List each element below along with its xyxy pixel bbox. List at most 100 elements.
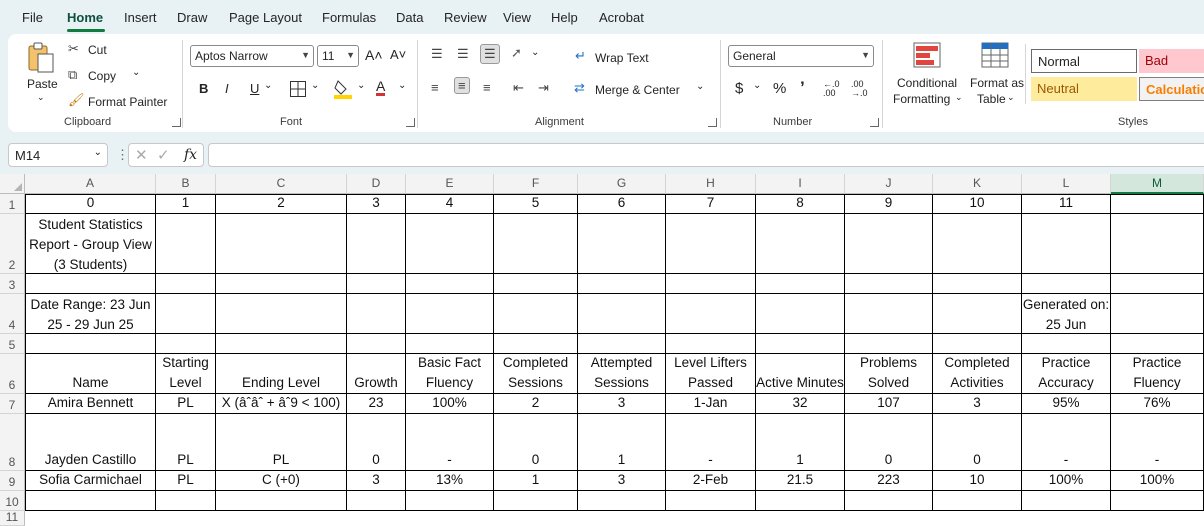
paste-button[interactable]: Paste bbox=[27, 77, 58, 91]
cell-b8[interactable]: PL bbox=[156, 414, 216, 471]
cell-a1[interactable]: 0 bbox=[25, 194, 156, 214]
cell-d9[interactable]: 3 bbox=[347, 471, 406, 491]
cell-h7[interactable]: 1-Jan bbox=[666, 394, 756, 414]
cell-a10[interactable] bbox=[25, 491, 156, 511]
cell-e4[interactable] bbox=[406, 294, 494, 334]
cell-a9[interactable]: Sofia Carmichael bbox=[25, 471, 156, 491]
clipboard-launcher-icon[interactable] bbox=[172, 118, 181, 127]
tab-page-layout[interactable]: Page Layout bbox=[229, 10, 302, 25]
column-header-c[interactable]: C bbox=[216, 174, 347, 194]
cell-f2[interactable] bbox=[494, 214, 578, 274]
format-painter-icon[interactable]: 🖌 bbox=[68, 92, 85, 108]
cell-e1[interactable]: 4 bbox=[406, 194, 494, 214]
cell-i5[interactable] bbox=[756, 334, 845, 354]
cell-l6[interactable]: Practice Accuracy bbox=[1022, 354, 1111, 394]
tab-formulas[interactable]: Formulas bbox=[322, 10, 376, 25]
shrink-font-button[interactable]: A˅ bbox=[390, 47, 406, 62]
cell-c10[interactable] bbox=[216, 491, 347, 511]
cell-c3[interactable] bbox=[216, 274, 347, 294]
number-launcher-icon[interactable] bbox=[870, 118, 879, 127]
cell-c1[interactable]: 2 bbox=[216, 194, 347, 214]
cell-e3[interactable] bbox=[406, 274, 494, 294]
copy-icon[interactable]: ⧉ bbox=[68, 67, 77, 83]
select-all-button[interactable] bbox=[0, 174, 25, 194]
cell-m1[interactable] bbox=[1111, 194, 1204, 214]
cell-k5[interactable] bbox=[933, 334, 1022, 354]
cell-a3[interactable] bbox=[25, 274, 156, 294]
borders-icon[interactable] bbox=[289, 80, 307, 98]
tab-data[interactable]: Data bbox=[396, 10, 423, 25]
number-format-select[interactable]: General ▼ bbox=[728, 45, 874, 67]
column-header-g[interactable]: G bbox=[578, 174, 666, 194]
cell-k10[interactable] bbox=[933, 491, 1022, 511]
cell-g7[interactable]: 3 bbox=[578, 394, 666, 414]
format-as-table-label2[interactable]: Table bbox=[977, 92, 1006, 106]
underline-button[interactable]: U bbox=[250, 81, 259, 96]
cell-d2[interactable] bbox=[347, 214, 406, 274]
cell-k6[interactable]: Completed Activities bbox=[933, 354, 1022, 394]
cell-j9[interactable]: 223 bbox=[845, 471, 933, 491]
tab-file[interactable]: File bbox=[22, 10, 43, 25]
tab-insert[interactable]: Insert bbox=[124, 10, 157, 25]
cell-e9[interactable]: 13% bbox=[406, 471, 494, 491]
cell-l4[interactable]: Generated on: 25 Jun bbox=[1022, 294, 1111, 334]
cell-g4[interactable] bbox=[578, 294, 666, 334]
cell-d3[interactable] bbox=[347, 274, 406, 294]
cell-h10[interactable] bbox=[666, 491, 756, 511]
tab-view[interactable]: View bbox=[503, 10, 531, 25]
cell-f4[interactable] bbox=[494, 294, 578, 334]
cell-m5[interactable] bbox=[1111, 334, 1204, 354]
cell-i7[interactable]: 32 bbox=[756, 394, 845, 414]
fill-chevron-icon[interactable]: ⌄ bbox=[357, 80, 365, 91]
paste-icon[interactable] bbox=[26, 42, 56, 74]
cell-c6[interactable]: Ending Level bbox=[216, 354, 347, 394]
cell-g6[interactable]: Attempted Sessions bbox=[578, 354, 666, 394]
cell-g2[interactable] bbox=[578, 214, 666, 274]
enter-icon[interactable]: ✓ bbox=[157, 146, 170, 164]
cell-l5[interactable] bbox=[1022, 334, 1111, 354]
cell-k2[interactable] bbox=[933, 214, 1022, 274]
cell-e5[interactable] bbox=[406, 334, 494, 354]
cell-a4[interactable]: Date Range: 23 Jun 25 - 29 Jun 25 bbox=[25, 294, 156, 334]
cell-c7[interactable]: X (âˆâˆ + âˆ9 < 100) bbox=[216, 394, 347, 414]
cell-a5[interactable] bbox=[25, 334, 156, 354]
cell-c9[interactable]: C (+0) bbox=[216, 471, 347, 491]
cell-l1[interactable]: 11 bbox=[1022, 194, 1111, 214]
cell-b9[interactable]: PL bbox=[156, 471, 216, 491]
cell-k4[interactable] bbox=[933, 294, 1022, 334]
decrease-decimal-button[interactable]: .00 →.0 bbox=[851, 80, 873, 98]
column-header-f[interactable]: F bbox=[494, 174, 578, 194]
wrap-text-icon[interactable]: ↵ bbox=[575, 48, 586, 64]
column-header-l[interactable]: L bbox=[1022, 174, 1111, 194]
tab-review[interactable]: Review bbox=[444, 10, 487, 25]
column-header-i[interactable]: I bbox=[756, 174, 845, 194]
cell-f3[interactable] bbox=[494, 274, 578, 294]
conditional-formatting-label2[interactable]: Formatting bbox=[893, 92, 950, 106]
cell-l8[interactable]: - bbox=[1022, 414, 1111, 471]
row-header-2[interactable]: 2 bbox=[0, 214, 25, 274]
cell-l2[interactable] bbox=[1022, 214, 1111, 274]
cell-d6[interactable]: Growth bbox=[347, 354, 406, 394]
cell-m8[interactable]: - bbox=[1111, 414, 1204, 471]
align-center-icon[interactable]: ≡ bbox=[454, 77, 470, 94]
cell-j10[interactable] bbox=[845, 491, 933, 511]
cell-c2[interactable] bbox=[216, 214, 347, 274]
borders-chevron-icon[interactable]: ⌄ bbox=[311, 80, 319, 91]
cell-f5[interactable] bbox=[494, 334, 578, 354]
cell-d8[interactable]: 0 bbox=[347, 414, 406, 471]
cell-i1[interactable]: 8 bbox=[756, 194, 845, 214]
cell-k1[interactable]: 10 bbox=[933, 194, 1022, 214]
merge-center-button[interactable]: Merge & Center bbox=[595, 83, 680, 97]
cell-b7[interactable]: PL bbox=[156, 394, 216, 414]
cell-a7[interactable]: Amira Bennett bbox=[25, 394, 156, 414]
cell-b4[interactable] bbox=[156, 294, 216, 334]
cancel-icon[interactable]: ✕ bbox=[135, 146, 148, 164]
cell-f10[interactable] bbox=[494, 491, 578, 511]
cell-j7[interactable]: 107 bbox=[845, 394, 933, 414]
cell-d1[interactable]: 3 bbox=[347, 194, 406, 214]
cut-icon[interactable]: ✂ bbox=[68, 41, 79, 57]
cell-c4[interactable] bbox=[216, 294, 347, 334]
conditional-formatting-icon[interactable] bbox=[913, 42, 941, 68]
style-calculation[interactable]: Calculatio bbox=[1139, 77, 1204, 101]
format-painter-button[interactable]: Format Painter bbox=[88, 95, 167, 109]
